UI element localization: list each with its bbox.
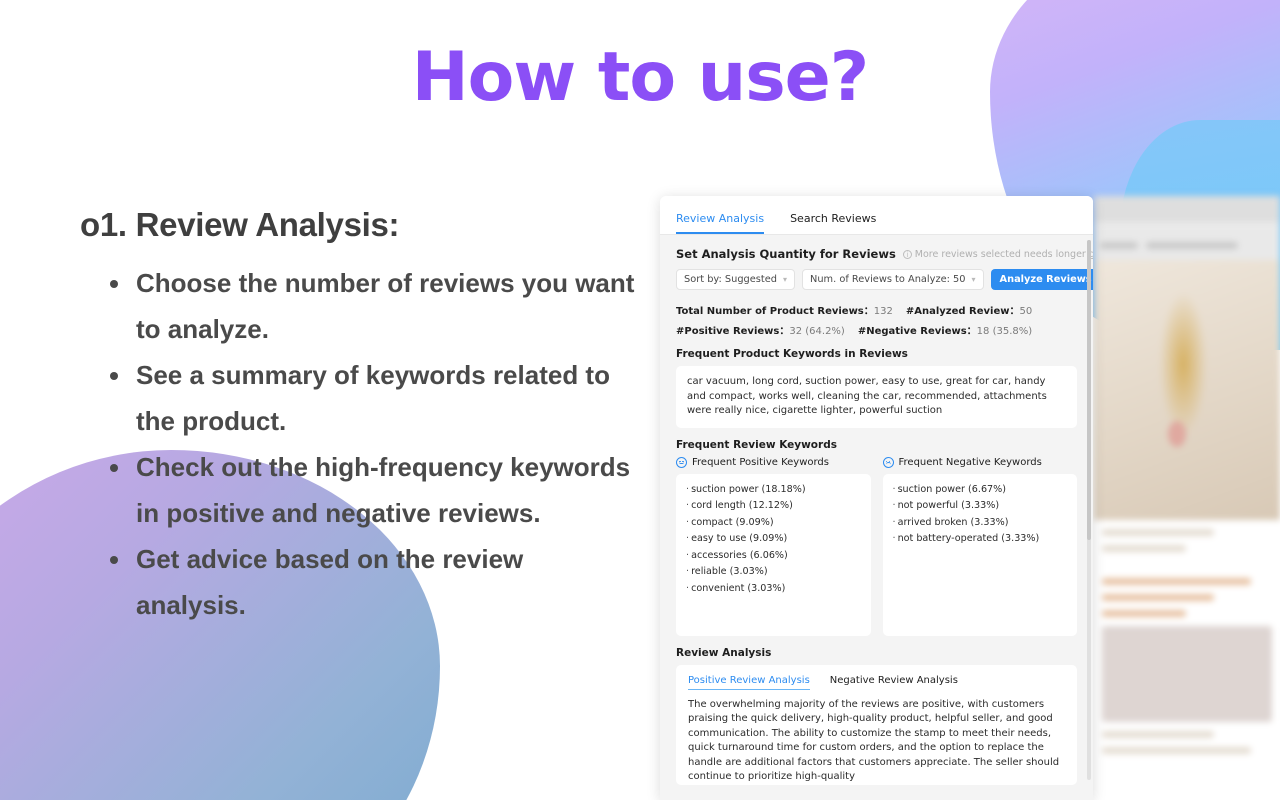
list-item: See a summary of keywords related to the…: [80, 352, 640, 444]
product-keywords-title: Frequent Product Keywords in Reviews: [676, 348, 908, 360]
review-analysis-body: The overwhelming majority of the reviews…: [688, 698, 1060, 783]
background-toolbar-pill: [1100, 241, 1138, 249]
panel-scrollbar-thumb[interactable]: [1087, 240, 1091, 540]
background-browser-titlebar: [1094, 196, 1280, 222]
tab-negative-review-analysis[interactable]: Negative Review Analysis: [830, 675, 958, 690]
smiley-sad-icon: [882, 456, 894, 468]
positive-reviews-label: #Positive Reviews：: [676, 326, 790, 337]
background-browser-window: [1094, 196, 1280, 800]
list-item: · compact (9.09%): [686, 516, 774, 528]
analyze-reviews-button[interactable]: Analyze Reviews: [990, 269, 1093, 290]
list-item: · convenient (3.03%): [686, 582, 786, 594]
list-item: · easy to use (9.09%): [686, 533, 788, 544]
tab-search-reviews[interactable]: Search Reviews: [790, 212, 876, 234]
quantity-header-row: Set Analysis Quantity for Reviews i More…: [676, 247, 1093, 261]
negative-keywords-column: Frequent Negative Keywords · suction powe…: [882, 456, 1078, 636]
set-quantity-label: Set Analysis Quantity for Reviews: [676, 247, 896, 261]
quantity-hint-text: More reviews selected needs longer gener…: [914, 248, 1093, 260]
background-toolbar-pill: [1146, 241, 1238, 249]
positive-keywords-header: Frequent Positive Keywords: [676, 456, 871, 468]
instructions-column: o1. Review Analysis: Choose the number o…: [80, 206, 640, 628]
list-item: Check out the high-frequency keywords in…: [80, 444, 640, 536]
quantity-hint: i More reviews selected needs longer gen…: [902, 248, 1093, 260]
background-text-line: [1102, 529, 1214, 536]
chevron-down-icon: ▾: [783, 275, 788, 284]
review-analysis-tabs: Positive Review Analysis Negative Review…: [688, 675, 1065, 690]
review-analysis-panel: Review Analysis Search Reviews Set Analy…: [660, 196, 1093, 800]
sort-by-select[interactable]: Sort by: Suggested ▾: [676, 269, 796, 290]
tab-positive-review-analysis[interactable]: Positive Review Analysis: [688, 675, 810, 690]
background-product-title: [1094, 529, 1280, 569]
negative-keywords-header: Frequent Negative Keywords: [882, 456, 1078, 468]
background-image-block: [1102, 626, 1272, 722]
list-item: · accessories (6.06%): [686, 549, 788, 561]
positive-keywords-column: Frequent Positive Keywords · suction powe…: [676, 456, 871, 636]
review-keywords-title: Frequent Review Keywords: [676, 438, 837, 451]
list-item: · arrived broken (3.33%): [892, 516, 1009, 528]
panel-tab-bar: Review Analysis Search Reviews: [660, 196, 1093, 235]
background-text-line: [1102, 610, 1186, 617]
positive-keywords-title: Frequent Positive Keywords: [692, 456, 829, 468]
analyzed-reviews-value: 50: [1019, 306, 1033, 317]
info-icon: i: [902, 249, 912, 259]
smiley-happy-icon: [676, 456, 687, 468]
review-analysis-title: Review Analysis: [676, 646, 772, 659]
negative-reviews-value: 18 (35.8%): [976, 326, 1033, 337]
list-item: · not battery-operated (3.33%): [892, 533, 1040, 544]
list-item: Choose the number of reviews you want to…: [80, 260, 640, 352]
section-heading: o1. Review Analysis:: [80, 206, 400, 243]
panel-body: Set Analysis Quantity for Reviews i More…: [660, 235, 1093, 785]
total-reviews-value: 132: [873, 306, 893, 317]
background-text-line: [1102, 545, 1186, 552]
product-keywords-text: car vacuum, long cord, suction power, ea…: [676, 366, 1077, 428]
tab-review-analysis[interactable]: Review Analysis: [676, 212, 765, 234]
negative-keywords-title: Frequent Negative Keywords: [898, 456, 1042, 468]
instruction-list: Choose the number of reviews you want to…: [80, 260, 640, 628]
background-text-line: [1102, 594, 1214, 601]
list-item: Get advice based on the review analysis.: [80, 536, 640, 628]
negative-keywords-list: · suction power (6.67%) · not powerful (3.…: [882, 473, 1077, 636]
num-reviews-select[interactable]: Num. of Reviews to Analyze: 50 ▾: [802, 269, 984, 290]
stats-row-totals: Total Number of Product Reviews：132 #Anal…: [676, 302, 1077, 317]
background-text-line: [1102, 731, 1214, 738]
negative-reviews-label: #Negative Reviews：: [857, 326, 977, 337]
list-item: · cord length (12.12%): [686, 500, 793, 511]
positive-reviews-value: 32 (64.2%): [789, 326, 845, 337]
list-item: · reliable (3.03%): [686, 566, 768, 577]
background-product-photo: [1094, 260, 1280, 520]
review-analysis-box: Positive Review Analysis Negative Review…: [676, 664, 1077, 785]
background-text-line: [1102, 578, 1251, 585]
list-item: · suction power (18.18%): [686, 483, 806, 495]
background-text-line: [1102, 747, 1251, 754]
chevron-down-icon: ▾: [971, 275, 976, 284]
background-browser-tabstrip: [1094, 222, 1280, 230]
review-keywords-columns: Frequent Positive Keywords · suction powe…: [676, 456, 1078, 636]
list-item: · not powerful (3.33%): [892, 500, 1000, 511]
background-browser-toolbar: [1094, 230, 1280, 260]
quantity-controls: Sort by: Suggested ▾ Num. of Reviews to …: [676, 269, 1093, 290]
stats-row-sentiment: #Positive Reviews：32 (64.2%) #Negative Re…: [676, 322, 1077, 337]
total-reviews-label: Total Number of Product Reviews：: [676, 306, 874, 317]
list-item: · suction power (6.67%): [892, 483, 1007, 495]
page-title: How to use?: [411, 38, 869, 117]
positive-keywords-list: · suction power (18.18%) · cord length (12…: [676, 473, 871, 636]
slide-canvas: How to use? o1. Review Analysis: Choose …: [0, 0, 1280, 800]
num-reviews-value: Num. of Reviews to Analyze: 50: [810, 274, 966, 285]
sort-by-value: Sort by: Suggested: [684, 274, 777, 285]
analyzed-reviews-label: #Analyzed Review：: [905, 306, 1020, 317]
